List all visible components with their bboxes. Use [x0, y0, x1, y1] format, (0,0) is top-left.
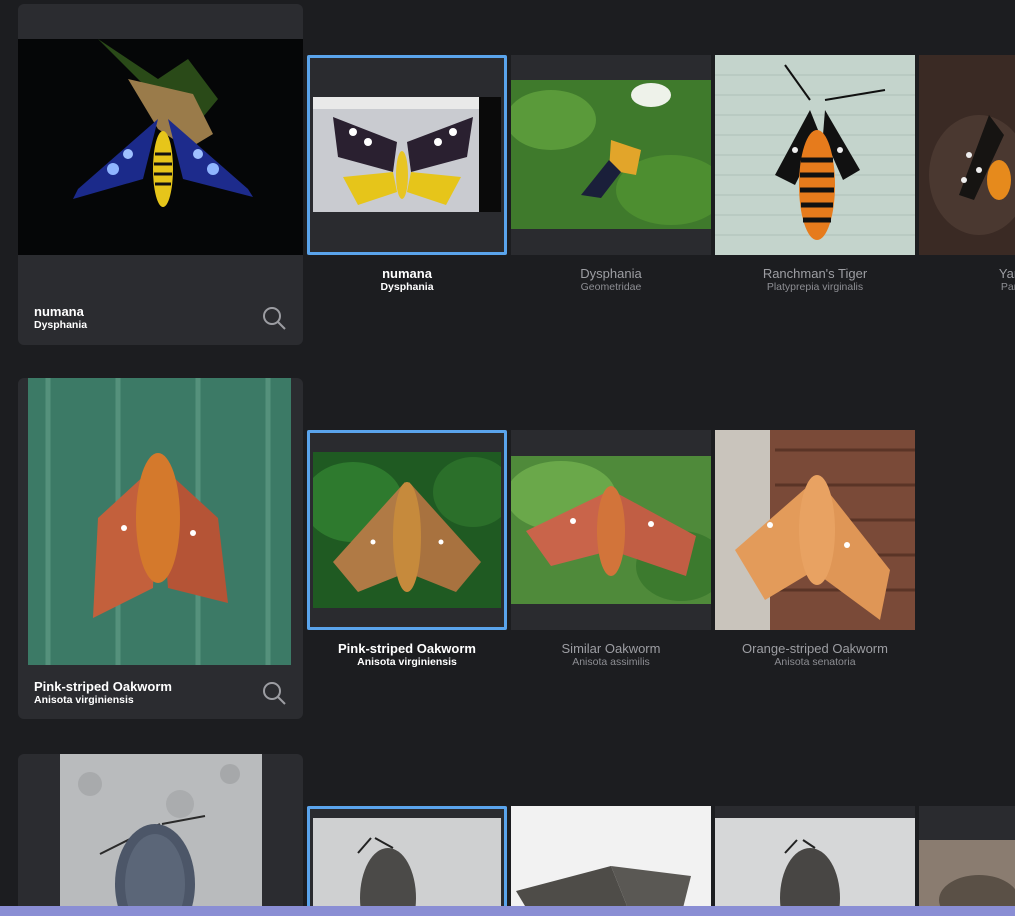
- card-common-name: numana: [34, 304, 84, 319]
- match-common-name: Similar Oakworm: [561, 641, 661, 656]
- match-common-name: Yarrow: [998, 266, 1015, 281]
- match-photo: [919, 840, 1015, 916]
- match-scientific-name: Platyprepia virginalis: [766, 281, 864, 293]
- match-common-name: Pink-striped Oakworm: [338, 641, 476, 656]
- moth-photo-dysphania-numana: [18, 39, 303, 255]
- match-photo: [919, 55, 1015, 255]
- moth-photo-specimen: [313, 97, 501, 212]
- card-scientific-name: Dysphania: [34, 319, 88, 331]
- moth-photo-gray-moth-4: [715, 818, 915, 916]
- moth-photo-gray-moth: [60, 754, 262, 916]
- match-common-name: numana: [382, 266, 432, 281]
- moth-photo-yarrow: [919, 55, 1015, 255]
- moth-photo-similar-oakworm: [511, 456, 711, 604]
- match-photo: [715, 818, 915, 916]
- observation-photo[interactable]: [28, 378, 291, 665]
- observation-card-numana[interactable]: numana Dysphania: [18, 4, 303, 345]
- match-scientific-name: Pararcti: [1000, 281, 1015, 293]
- match-scientific-name: Dysphania: [380, 281, 434, 293]
- match-photo: [313, 818, 501, 916]
- moth-photo-gray-moth-2: [313, 818, 501, 916]
- match-scientific-name: Geometridae: [580, 281, 642, 293]
- match-photo: [313, 97, 501, 212]
- observation-photo[interactable]: [18, 39, 303, 255]
- match-common-name: Dysphania: [580, 266, 642, 281]
- match-photo: [715, 430, 915, 630]
- moth-photo-gray-moth-3: [511, 806, 711, 916]
- search-icon[interactable]: [261, 680, 287, 706]
- match-scientific-name: Anisota virginiensis: [357, 656, 457, 668]
- card-scientific-name: Anisota virginiensis: [34, 694, 134, 706]
- search-icon[interactable]: [261, 305, 287, 331]
- observation-card-pink-striped-oakworm[interactable]: Pink-striped Oakworm Anisota virginiensi…: [18, 378, 303, 719]
- match-common-name: Orange-striped Oakworm: [742, 641, 888, 656]
- moth-photo-dysphania: [511, 80, 711, 229]
- match-photo: [511, 456, 711, 604]
- match-scientific-name: Anisota assimilis: [572, 656, 650, 668]
- moth-photo-orange-striped-oakworm: [715, 430, 915, 630]
- observation-photo[interactable]: [60, 754, 262, 916]
- match-photo: [511, 80, 711, 229]
- observation-card[interactable]: [18, 754, 303, 916]
- moth-photo-gray-moth-5: [919, 840, 1015, 916]
- bottom-bar: [0, 906, 1015, 916]
- match-common-name: Ranchman's Tiger: [762, 266, 868, 281]
- match-photo: [511, 806, 711, 916]
- moth-photo-pink-striped-oakworm: [28, 378, 291, 665]
- card-common-name: Pink-striped Oakworm: [34, 679, 172, 694]
- moth-photo-pink-striped-oakworm-2: [313, 452, 501, 608]
- moth-photo-ranchmans-tiger: [715, 55, 915, 255]
- match-scientific-name: Anisota senatoria: [774, 656, 856, 668]
- match-photo: [715, 55, 915, 255]
- match-photo: [313, 452, 501, 608]
